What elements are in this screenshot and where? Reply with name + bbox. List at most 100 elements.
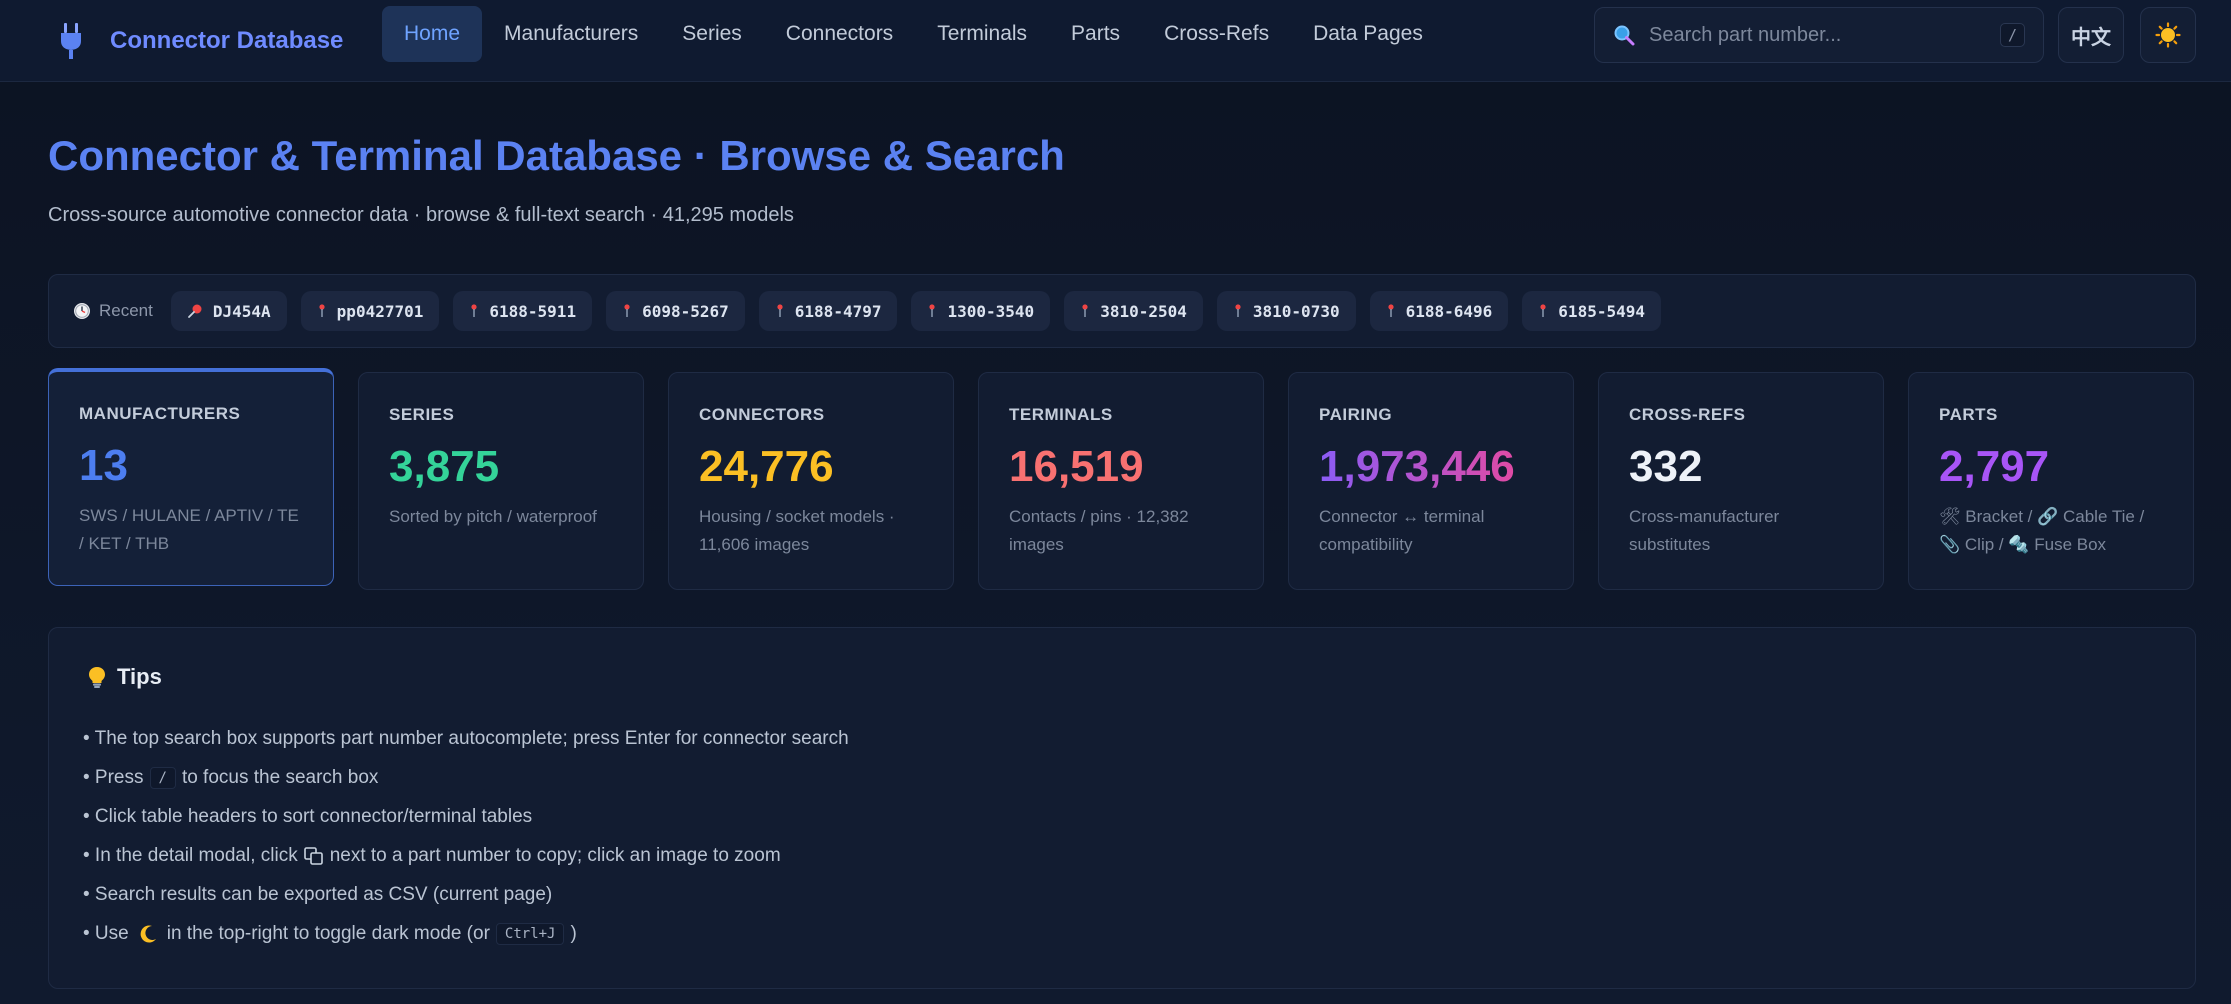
search-box[interactable]: / xyxy=(1594,7,2044,63)
recent-chip[interactable]: DJ454A xyxy=(170,291,287,331)
stat-card-label: PARTS xyxy=(1939,405,1998,424)
stat-card-series[interactable]: SERIES 3,875 Sorted by pitch / waterproo… xyxy=(358,372,644,590)
tips-title-text: Tips xyxy=(117,664,162,689)
tip-text: • Click table headers to sort connector/… xyxy=(83,806,533,827)
stat-card-label: SERIES xyxy=(389,405,455,424)
kbd-slash: / xyxy=(149,767,176,789)
recent-chip-label: 6188-5911 xyxy=(489,301,577,321)
recent-chip-label: pp0427701 xyxy=(336,301,424,321)
tip-text: next to a part number to copy; click an … xyxy=(329,845,781,866)
recent-chip[interactable]: 6188-5911 xyxy=(453,291,593,331)
nav-terminals[interactable]: Terminals xyxy=(915,6,1049,62)
pin-icon xyxy=(1082,304,1088,317)
pin-icon xyxy=(1235,304,1241,317)
recent-chip[interactable]: 6098-5267 xyxy=(606,291,745,331)
brand-name: Connector Database xyxy=(110,27,344,54)
stat-card-cross-refs[interactable]: CROSS-REFS 332 Cross-manufacturer substi… xyxy=(1598,372,1884,590)
recent-chip-label: 6188-4797 xyxy=(794,301,882,321)
pin-icon xyxy=(777,304,783,317)
kbd-ctrl-j: Ctrl+J xyxy=(495,923,565,945)
language-toggle-button[interactable]: 中文 xyxy=(2058,7,2124,63)
stat-card-desc: Contacts / pins · 12,382 images xyxy=(1009,507,1189,555)
nav-cross-refs[interactable]: Cross-Refs xyxy=(1142,6,1291,62)
nav-series[interactable]: Series xyxy=(660,6,764,62)
sun-icon xyxy=(2155,22,2181,48)
stat-card-manufacturers[interactable]: MANUFACTURERS 13 SWS / HULANE / APTIV / … xyxy=(48,368,334,586)
stat-card-desc: Cross-manufacturer substitutes xyxy=(1629,507,1780,555)
brand[interactable]: Connector Database xyxy=(56,16,343,66)
lightbulb-icon xyxy=(89,667,105,688)
tip-text: • In the detail modal, click xyxy=(83,845,298,866)
stat-card-label: CONNECTORS xyxy=(699,405,825,424)
stat-card-value: 3,875 xyxy=(389,442,500,491)
nav-parts[interactable]: Parts xyxy=(1049,6,1142,62)
stat-card-value: 24,776 xyxy=(699,442,834,491)
stat-card-connectors[interactable]: CONNECTORS 24,776 Housing / socket model… xyxy=(668,372,954,590)
tip-item: • Use in the top-right to toggle dark mo… xyxy=(83,923,577,945)
stat-card-label: CROSS-REFS xyxy=(1629,405,1746,424)
recent-chip[interactable]: 1300-3540 xyxy=(911,291,1051,331)
clock-icon xyxy=(74,303,90,319)
stat-card-value: 16,519 xyxy=(1009,442,1144,491)
recent-chip-label: 3810-2504 xyxy=(1100,301,1187,321)
stat-card-desc: Sorted by pitch / waterproof xyxy=(389,507,597,527)
stat-card-desc: 🛠 Bracket / 🔗 Cable Tie / 📎 Clip / 🔩 Fus… xyxy=(1939,507,2145,555)
pin-icon xyxy=(1540,304,1546,317)
plug-icon xyxy=(61,23,81,59)
stat-card-label: MANUFACTURERS xyxy=(79,404,241,423)
tip-text: • Use xyxy=(83,923,129,944)
moon-icon xyxy=(140,925,156,943)
stat-card-desc: Connector ↔ terminal compatibility xyxy=(1319,507,1485,555)
recent-chip[interactable]: pp0427701 xyxy=(300,291,440,331)
main-nav: Home Manufacturers Series Connectors Ter… xyxy=(382,6,1445,62)
stat-card-desc: Housing / socket models · 11,606 images xyxy=(699,507,895,555)
recent-chip[interactable]: 3810-0730 xyxy=(1216,291,1356,331)
search-input[interactable] xyxy=(1649,23,1986,47)
pushpin-icon xyxy=(187,304,202,318)
page-title: Connector & Terminal Database · Browse &… xyxy=(48,132,1065,179)
recent-label: Recent xyxy=(73,301,153,321)
nav-connectors[interactable]: Connectors xyxy=(764,6,915,62)
tip-text: to focus the search box xyxy=(181,767,379,788)
stat-card-value: 332 xyxy=(1629,442,1703,491)
recent-label-text: Recent xyxy=(99,301,153,320)
pin-icon xyxy=(624,304,630,317)
tip-text: • The top search box supports part numbe… xyxy=(83,728,849,749)
recent-chip[interactable]: 6185-5494 xyxy=(1522,291,1661,331)
pin-icon xyxy=(1387,304,1394,317)
stat-card-parts[interactable]: PARTS 2,797 🛠 Bracket / 🔗 Cable Tie / 📎 … xyxy=(1908,372,2194,590)
stat-card-pairing[interactable]: PAIRING 1,973,446 Connector ↔ terminal c… xyxy=(1288,372,1574,590)
recent-chip-label: 6188-6496 xyxy=(1405,301,1493,321)
theme-toggle-button[interactable] xyxy=(2140,7,2196,63)
copy-icon xyxy=(303,847,323,865)
recent-chip[interactable]: 6188-6496 xyxy=(1369,291,1509,331)
recent-chip-label: 1300-3540 xyxy=(947,301,1035,321)
stat-card-label: PAIRING xyxy=(1319,405,1393,424)
recent-chip-label: 3810-0730 xyxy=(1252,301,1340,321)
pin-icon xyxy=(929,304,936,317)
page-subtitle: Cross-source automotive connector data ·… xyxy=(48,204,794,226)
stat-card-label: TERMINALS xyxy=(1009,405,1113,424)
search-icon xyxy=(1614,25,1635,46)
tip-item: • Search results can be exported as CSV … xyxy=(83,884,552,906)
nav-data-pages[interactable]: Data Pages xyxy=(1291,6,1445,62)
tip-item: • Press / to focus the search box xyxy=(83,767,378,789)
stat-card-terminals[interactable]: TERMINALS 16,519 Contacts / pins · 12,38… xyxy=(978,372,1264,590)
recent-chip[interactable]: 6188-4797 xyxy=(758,291,898,331)
search-shortcut-hint: / xyxy=(1999,23,2025,47)
tip-item: • In the detail modal, click next to a p… xyxy=(83,845,781,867)
tip-item: • The top search box supports part numbe… xyxy=(83,728,849,750)
stat-card-value: 2,797 xyxy=(1939,442,2050,491)
recent-chip-label: 6185-5494 xyxy=(1558,301,1645,321)
tip-item: • Click table headers to sort connector/… xyxy=(83,806,532,828)
recent-chip[interactable]: 3810-2504 xyxy=(1064,291,1203,331)
nav-home[interactable]: Home xyxy=(382,6,483,62)
nav-manufacturers[interactable]: Manufacturers xyxy=(482,6,660,62)
tips-panel: Tips • The top search box supports part … xyxy=(48,627,2196,989)
recent-chip-label: 6098-5267 xyxy=(642,301,729,321)
stat-card-desc: SWS / HULANE / APTIV / TE / KET / THB xyxy=(79,506,299,554)
top-navbar: Connector Database Home Manufacturers Se… xyxy=(0,0,2231,82)
tips-title: Tips xyxy=(87,664,162,690)
tip-text: ) xyxy=(570,923,577,944)
tip-text: • Press xyxy=(83,767,144,788)
